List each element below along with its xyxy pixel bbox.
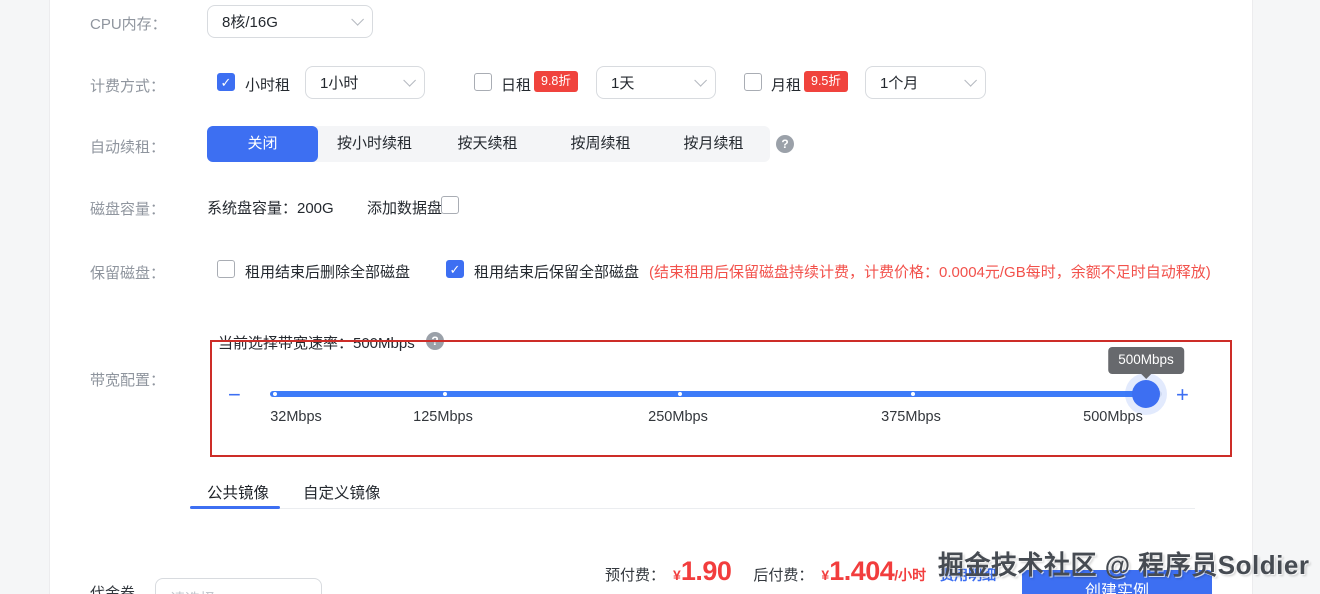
month-discount-badge: 9.5折 — [804, 71, 848, 92]
auto-renew-option-weekly[interactable]: 按周续租 — [544, 126, 657, 162]
field-label-retain-disk: 保留磁盘： — [90, 265, 166, 282]
hour-duration-select[interactable]: 1小时 — [305, 66, 425, 99]
keep-disks-note: (结束租用后保留磁盘持续计费，计费价格：0.0004元/GB每时，余额不足时自动… — [649, 264, 1211, 281]
prepay-amount: 1.90 — [680, 556, 732, 586]
day-discount-badge: 9.8折 — [534, 71, 578, 92]
chevron-down-icon — [403, 74, 416, 87]
cpu-select-value: 8核/16G — [222, 14, 278, 31]
delete-all-disks-checkbox[interactable] — [217, 260, 235, 278]
bandwidth-current-text: 当前选择带宽速率：500Mbps — [218, 335, 415, 352]
check-icon: ✓ — [449, 261, 461, 277]
check-icon: ✓ — [220, 74, 232, 90]
right-gutter — [1252, 0, 1320, 594]
slider-tick-label: 250Mbps — [648, 409, 708, 425]
auto-renew-option-hourly[interactable]: 按小时续租 — [318, 126, 431, 162]
create-instance-button[interactable]: 创建实例 — [1022, 570, 1212, 594]
tab-custom-image[interactable]: 自定义镜像 — [286, 475, 398, 518]
tab-divider — [190, 508, 1195, 509]
auto-renew-option-daily[interactable]: 按天续租 — [431, 126, 544, 162]
slider-step-dot — [443, 392, 447, 396]
price-summary: 预付费： ¥ 1.90 后付费： ¥ 1.404 /小时 费用明细 — [605, 556, 996, 587]
slider-fill — [270, 391, 1148, 397]
bandwidth-increase-button[interactable]: + — [1176, 384, 1189, 406]
field-label-voucher: 代金券 — [90, 585, 136, 594]
slider-tick-label: 375Mbps — [881, 409, 941, 425]
postpay-label: 后付费： — [753, 567, 814, 584]
hour-rent-checkbox[interactable]: ✓ — [217, 73, 235, 91]
chevron-down-icon — [964, 74, 977, 87]
add-data-disk-label: 添加数据盘 — [367, 200, 443, 217]
keep-all-disks-checkbox[interactable]: ✓ — [446, 260, 464, 278]
fee-detail-link[interactable]: 费用明细 — [940, 565, 996, 585]
field-label-cpu: CPU内存： — [90, 16, 167, 33]
chevron-down-icon — [300, 589, 313, 594]
auto-renew-option-off[interactable]: 关闭 — [207, 126, 318, 162]
day-duration-value: 1天 — [611, 75, 635, 92]
chevron-down-icon — [694, 74, 707, 87]
day-duration-select[interactable]: 1天 — [596, 66, 716, 99]
slider-value-tooltip: 500Mbps — [1108, 347, 1184, 374]
month-rent-checkbox[interactable] — [744, 73, 762, 91]
field-label-billing: 计费方式： — [90, 78, 166, 95]
postpay-currency: ¥ — [821, 567, 830, 583]
active-tab-underline — [190, 506, 280, 509]
keep-all-disks-label: 租用结束后保留全部磁盘 — [474, 264, 640, 281]
month-duration-value: 1个月 — [880, 75, 919, 92]
bandwidth-decrease-button[interactable]: − — [228, 384, 241, 406]
month-rent-label: 月租 — [771, 77, 802, 94]
bandwidth-slider[interactable]: 500Mbps 32Mbps 125Mbps 250Mbps 375Mbps 5… — [270, 347, 1184, 425]
slider-step-dot — [911, 392, 915, 396]
image-tabs: 公共镜像 自定义镜像 — [190, 475, 398, 518]
hour-duration-value: 1小时 — [320, 75, 359, 92]
field-label-bandwidth: 带宽配置： — [90, 372, 166, 389]
chevron-down-icon — [351, 13, 364, 26]
voucher-placeholder: 请选择 — [170, 588, 292, 594]
bandwidth-highlight-box — [210, 340, 1232, 457]
prepay-label: 预付费： — [605, 567, 666, 584]
cpu-select[interactable]: 8核/16G — [207, 5, 373, 38]
prepay-currency: ¥ — [673, 567, 681, 583]
slider-step-dot — [273, 392, 277, 396]
bandwidth-slider-handle[interactable] — [1132, 380, 1160, 408]
field-label-auto-renew: 自动续租： — [90, 139, 166, 156]
auto-renew-help-icon[interactable]: ? — [776, 135, 794, 153]
tab-public-image[interactable]: 公共镜像 — [190, 475, 286, 518]
slider-tick-label: 125Mbps — [413, 409, 473, 425]
hour-rent-label: 小时租 — [245, 77, 291, 94]
instance-config-page: CPU内存： 8核/16G 计费方式： ✓ 小时租 1小时 日租 9.8折 1天… — [0, 0, 1320, 594]
slider-tick-label: 32Mbps — [270, 409, 322, 425]
auto-renew-option-monthly[interactable]: 按月续租 — [657, 126, 770, 162]
bandwidth-help-icon[interactable]: ? — [426, 332, 444, 350]
system-disk-text: 系统盘容量：200G — [207, 200, 334, 217]
slider-tick-label: 500Mbps — [1083, 409, 1143, 425]
add-data-disk-checkbox[interactable] — [441, 196, 459, 214]
postpay-unit: /小时 — [894, 567, 927, 583]
month-duration-select[interactable]: 1个月 — [865, 66, 986, 99]
postpay-amount: 1.404 — [829, 556, 895, 586]
slider-step-dot — [678, 392, 682, 396]
day-rent-checkbox[interactable] — [474, 73, 492, 91]
auto-renew-segment: 关闭 按小时续租 按天续租 按周续租 按月续租 — [207, 126, 770, 162]
day-rent-label: 日租 — [501, 77, 532, 94]
field-label-disk: 磁盘容量： — [90, 201, 166, 218]
voucher-select[interactable]: 请选择 — [155, 578, 322, 594]
delete-all-disks-label: 租用结束后删除全部磁盘 — [245, 264, 411, 281]
left-gutter — [0, 0, 50, 594]
